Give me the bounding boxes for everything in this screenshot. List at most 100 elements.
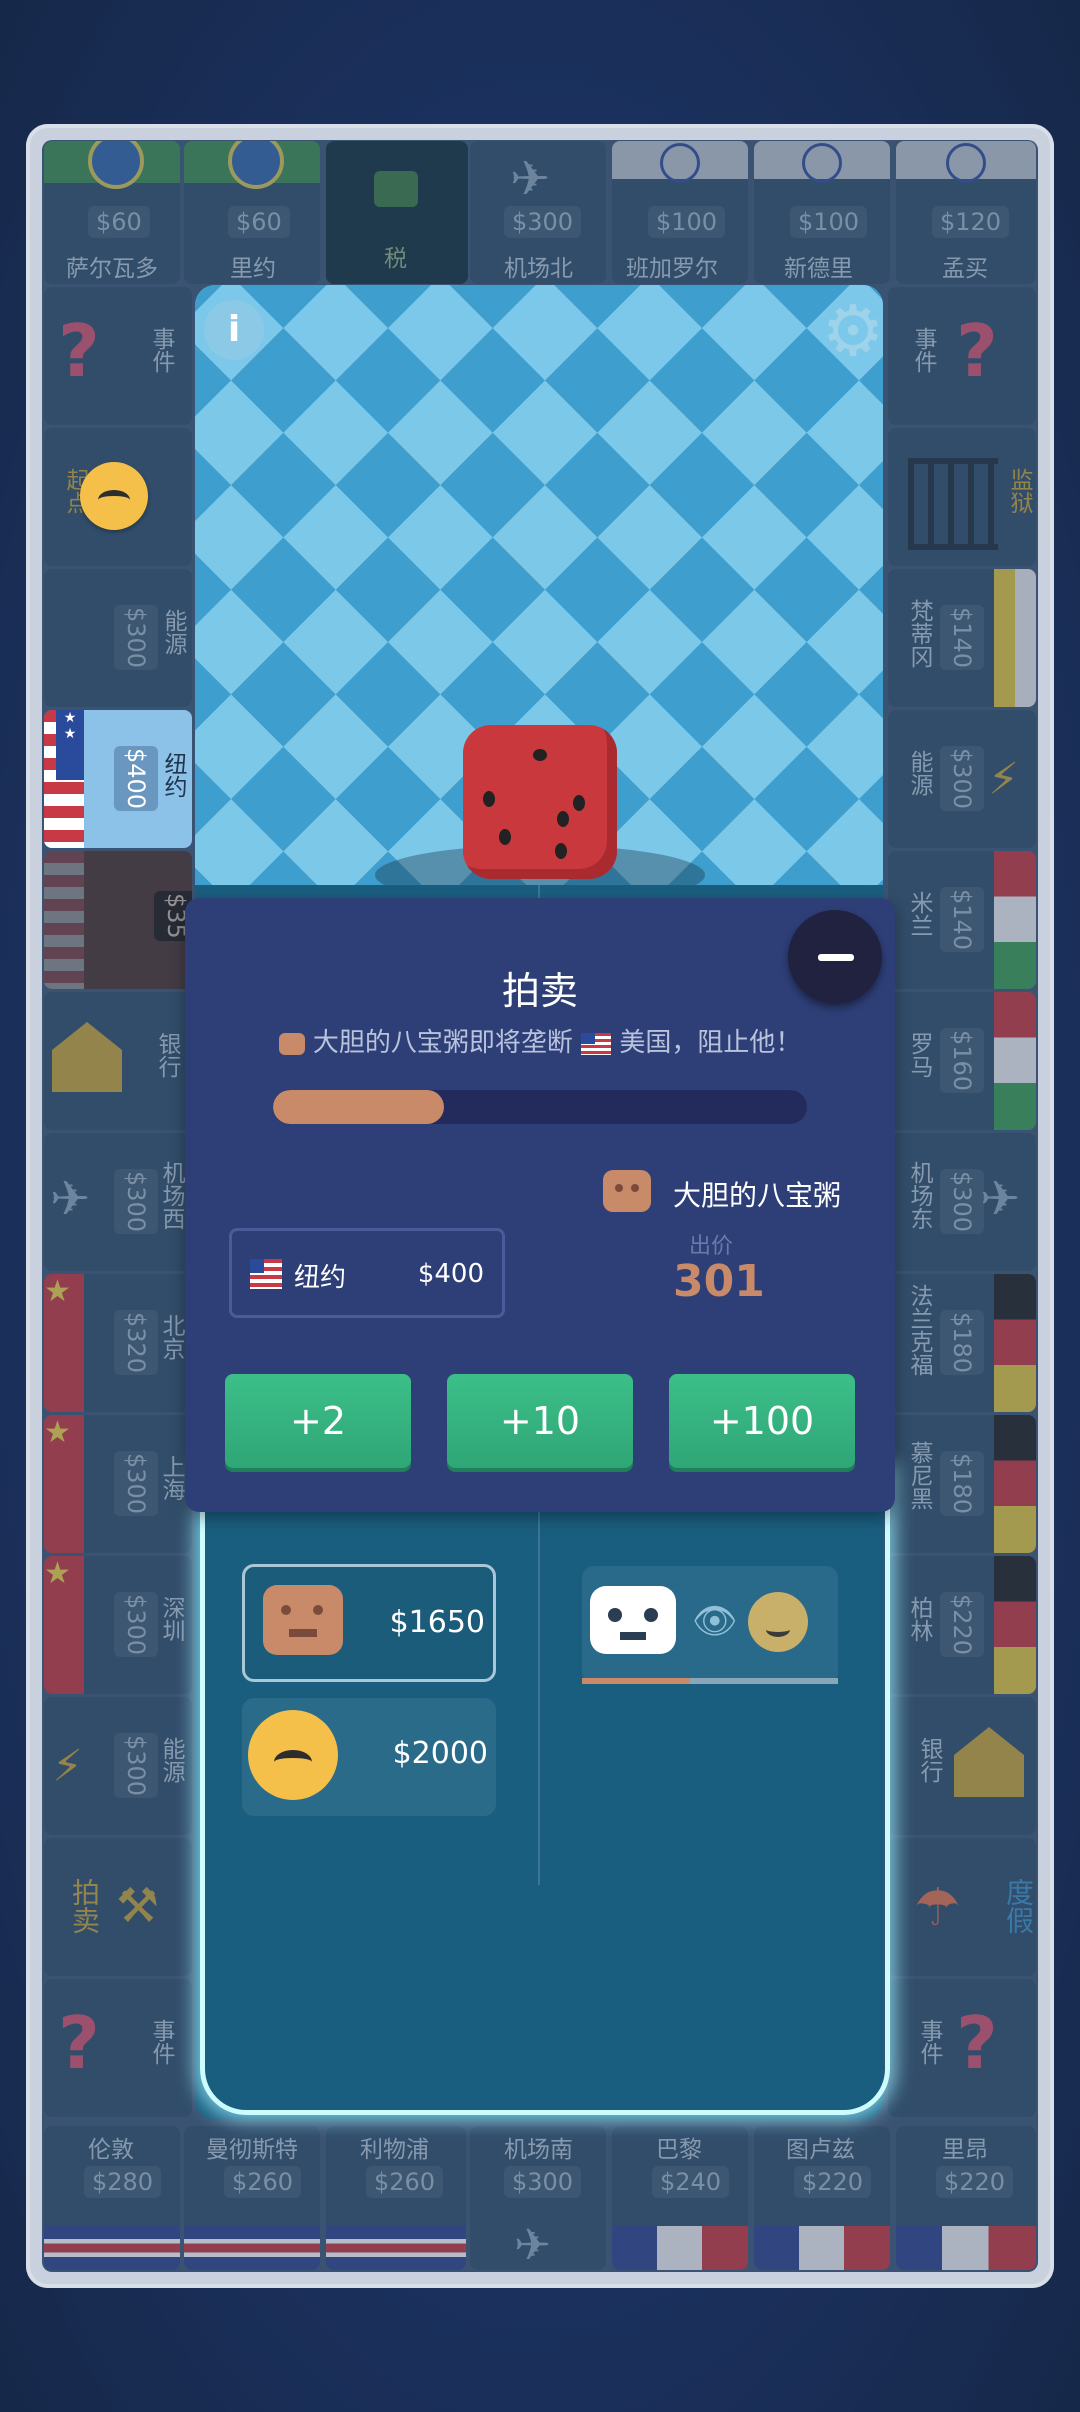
tile-price: $220: [794, 2166, 872, 2198]
question-icon: ?: [58, 2001, 100, 2085]
airplane-icon: ✈: [50, 1171, 91, 1227]
tile-name: 银行: [154, 1032, 180, 1078]
info-button[interactable]: i: [204, 300, 264, 360]
tile-right-5[interactable]: 罗马 $160: [888, 992, 1036, 1130]
airplane-icon: ✈: [514, 2220, 551, 2270]
tile-top-3[interactable]: ✈ $300 机场北: [470, 141, 606, 284]
tile-name: 北京: [158, 1314, 184, 1360]
tile-right-10[interactable]: 银行: [888, 1697, 1036, 1835]
tile-name: 里昂: [942, 2137, 988, 2163]
tile-left-7[interactable]: ★ $320 北京: [44, 1274, 192, 1412]
smiley-token-icon: [748, 1592, 808, 1652]
tile-left-10[interactable]: ⚡ $300 能源: [44, 1697, 192, 1835]
bid-plus-100-button[interactable]: +100: [669, 1374, 855, 1468]
bid-plus-10-button[interactable]: +10: [447, 1374, 633, 1468]
robot-face-icon: [263, 1585, 343, 1655]
energy-icon: ⚡: [52, 1741, 83, 1792]
tile-left-9[interactable]: ★ $300 深圳: [44, 1556, 192, 1694]
auction-message: 大胆的八宝粥即将垄断 美国，阻止他！: [185, 1022, 895, 1059]
auction-panel: 拍卖 大胆的八宝粥即将垄断 美国，阻止他！ 大胆的八宝粥 出价 301 纽约 $…: [185, 898, 895, 1512]
tile-left-6[interactable]: ✈ $300 机场西: [44, 1133, 192, 1271]
tile-left-11[interactable]: 拍卖 ⚒: [44, 1838, 192, 1976]
minimize-button[interactable]: [788, 910, 882, 1004]
bid-plus-2-button[interactable]: +2: [225, 1374, 411, 1468]
settings-button[interactable]: ⚙: [818, 296, 888, 366]
tile-price: $180: [940, 1310, 984, 1376]
message-pre: 大胆的八宝粥即将垄断: [312, 1028, 573, 1058]
tile-name: 能源: [160, 609, 186, 655]
tile-name: 机场南: [504, 2137, 573, 2163]
tile-bottom-3[interactable]: 机场南 $300 ✈: [470, 2126, 606, 2270]
player-money: $2000: [392, 1736, 488, 1771]
tile-price: $300: [114, 1733, 158, 1799]
tile-price: $100: [790, 206, 868, 238]
tile-price: $300: [940, 1169, 984, 1235]
tile-top-1[interactable]: $60 里约: [184, 141, 320, 284]
tile-bottom-1[interactable]: 曼彻斯特 $260: [184, 2126, 320, 2270]
bank-icon: [954, 1727, 1024, 1797]
tile-right-3[interactable]: 能源 $300 ⚡: [888, 710, 1036, 848]
tile-bottom-5[interactable]: 图卢兹 $220: [754, 2126, 890, 2270]
tile-price: $220: [940, 1592, 984, 1658]
tile-top-5[interactable]: $100 新德里: [754, 141, 890, 284]
tile-left-2[interactable]: $300 能源: [44, 569, 192, 707]
tile-price: $280: [84, 2166, 162, 2198]
tile-right-1[interactable]: 监狱: [888, 428, 1036, 566]
tile-left-5[interactable]: 银行: [44, 992, 192, 1130]
tile-left-4[interactable]: $35: [44, 851, 192, 989]
player-money: $1650: [389, 1605, 485, 1640]
tile-name: 事件: [148, 327, 174, 373]
property-card[interactable]: 纽约 $400: [229, 1228, 505, 1318]
tile-name: 里约: [230, 256, 276, 282]
property-price: $400: [417, 1259, 484, 1289]
tile-left-12[interactable]: ? 事件: [44, 1979, 192, 2117]
tile-price: $100: [648, 206, 726, 238]
tile-left-8[interactable]: ★ $300 上海: [44, 1415, 192, 1553]
tile-price: $300: [114, 1451, 158, 1517]
tile-price: $260: [224, 2166, 302, 2198]
bidder-name: 大胆的八宝粥: [673, 1179, 842, 1212]
tile-right-6[interactable]: 机场东 $300 ✈: [888, 1133, 1036, 1271]
player-card-yellow[interactable]: $2000: [242, 1698, 496, 1816]
tile-name: 度假: [1002, 1878, 1035, 1934]
player-card-robot[interactable]: $1650: [242, 1564, 496, 1682]
auction-timer-fill: [273, 1090, 444, 1124]
dice[interactable]: [463, 725, 617, 879]
tile-name: 能源: [158, 1737, 184, 1783]
tile-price: $260: [366, 2166, 444, 2198]
tile-top-4[interactable]: $100 班加罗尔: [612, 141, 748, 284]
tile-price: $320: [114, 1310, 158, 1376]
tile-price: $180: [940, 1451, 984, 1517]
tile-top-2[interactable]: 税: [326, 141, 468, 284]
tile-name: 新德里: [784, 256, 853, 282]
tile-right-4[interactable]: 米兰 $140: [888, 851, 1036, 989]
tile-price: $220: [936, 2166, 1014, 2198]
dice-area[interactable]: [195, 285, 883, 925]
tile-name: 罗马: [906, 1032, 932, 1078]
tile-top-6[interactable]: $120 孟买: [896, 141, 1036, 284]
airplane-icon: ✈: [980, 1171, 1021, 1227]
tile-right-11[interactable]: ☂ 度假: [888, 1838, 1036, 1976]
tile-price: $300: [504, 2166, 582, 2198]
tile-bottom-2[interactable]: 利物浦 $260: [326, 2126, 466, 2270]
tile-right-7[interactable]: 法兰克福 $180: [888, 1274, 1036, 1412]
tile-name: 事件: [910, 327, 936, 373]
eye-icon[interactable]: 👁: [692, 1600, 738, 1642]
tile-bottom-0[interactable]: 伦敦 $280: [44, 2126, 180, 2270]
tile-top-0[interactable]: $60 萨尔瓦多: [44, 141, 180, 284]
tile-right-12[interactable]: 事件 ?: [888, 1979, 1036, 2117]
tile-right-2[interactable]: 梵蒂冈 $140: [888, 569, 1036, 707]
tile-left-0[interactable]: ? 事件: [44, 287, 192, 425]
tile-name: 税: [384, 246, 407, 272]
current-turn-card[interactable]: 👁: [582, 1566, 838, 1684]
tile-bottom-4[interactable]: 巴黎 $240: [612, 2126, 748, 2270]
tile-name: 事件: [916, 2019, 942, 2065]
tile-right-8[interactable]: 慕尼黑 $180: [888, 1415, 1036, 1553]
tile-price: $240: [652, 2166, 730, 2198]
tile-right-0[interactable]: 事件 ?: [888, 287, 1036, 425]
tile-left-3[interactable]: ★ ★ $400 纽约: [44, 710, 192, 848]
tile-bottom-6[interactable]: 里昂 $220: [896, 2126, 1036, 2270]
player-token-icon: [248, 1710, 338, 1800]
tile-right-9[interactable]: 柏林 $220: [888, 1556, 1036, 1694]
tile-name: 巴黎: [656, 2137, 702, 2163]
